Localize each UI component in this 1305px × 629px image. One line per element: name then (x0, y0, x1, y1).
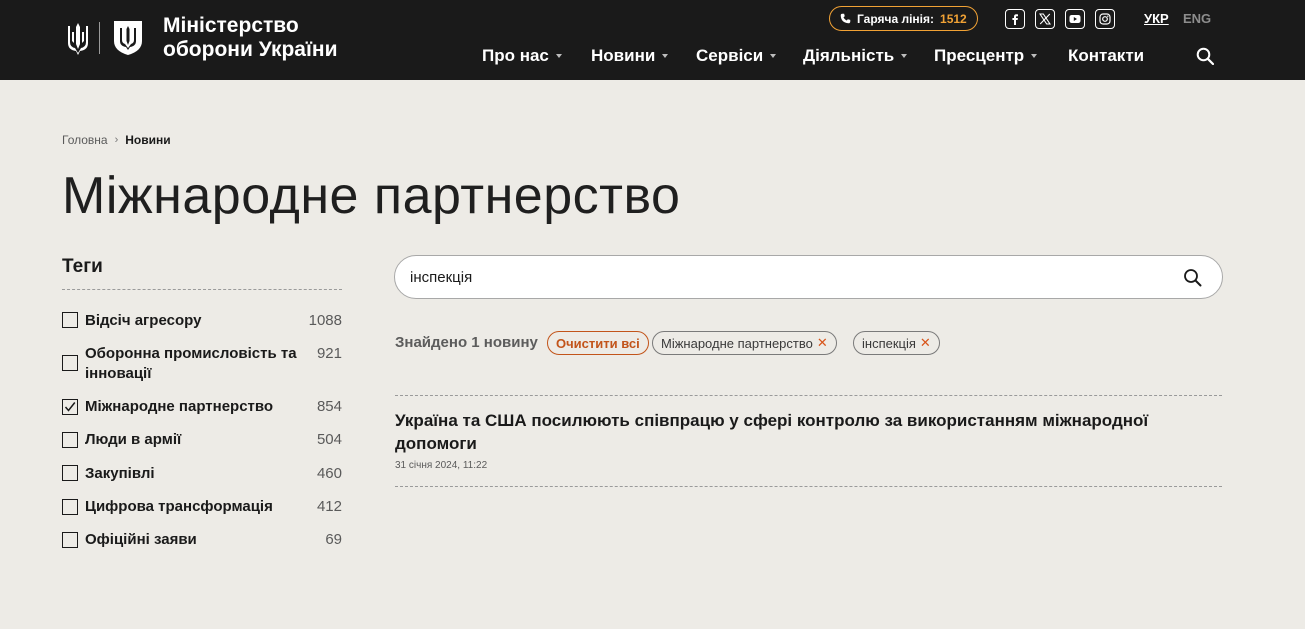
lang-ukr-link[interactable]: УКР (1144, 11, 1169, 26)
hotline-label: Гаряча лінія: (857, 11, 935, 26)
phone-icon (840, 13, 851, 24)
youtube-icon[interactable] (1065, 9, 1085, 29)
tag-checkbox[interactable] (62, 532, 78, 548)
hotline-number: 1512 (940, 11, 967, 26)
tags-divider (62, 289, 342, 290)
news-search-box (394, 255, 1223, 299)
chevron-down-icon (901, 54, 908, 58)
chevron-down-icon (1031, 54, 1038, 58)
chevron-right-icon: › (114, 134, 119, 146)
page-title: Міжнародне партнерство (62, 167, 681, 225)
result-divider (395, 486, 1222, 487)
tag-label: Люди в армії (85, 431, 182, 448)
tag-checkbox-checked[interactable] (62, 399, 78, 415)
trident-emblem-icon[interactable] (66, 22, 90, 56)
tag-checkbox[interactable] (62, 432, 78, 448)
breadcrumb-home[interactable]: Головна (62, 133, 108, 147)
tag-count: 460 (316, 465, 342, 482)
nav-item-contacts[interactable]: Контакти (1068, 46, 1144, 66)
tag-checkbox[interactable] (62, 465, 78, 481)
tag-checkbox[interactable] (62, 312, 78, 328)
facebook-icon[interactable] (1005, 9, 1025, 29)
nav-item-about[interactable]: Про нас (482, 46, 562, 66)
news-search-input[interactable] (410, 256, 1170, 298)
search-icon[interactable] (1183, 268, 1202, 287)
news-result-title[interactable]: Україна та США посилюють співпрацю у сфе… (395, 409, 1195, 455)
tag-label: Оборонна промисловість та інновації (85, 345, 297, 382)
clear-all-button[interactable]: Очистити всі (547, 331, 649, 355)
nav-item-news[interactable]: Новини (591, 46, 669, 66)
tag-label: Відсіч агресору (85, 312, 202, 329)
instagram-icon[interactable] (1095, 9, 1115, 29)
tag-checkbox[interactable] (62, 355, 78, 371)
filter-chip-label: Міжнародне партнерство (661, 335, 813, 351)
nav-item-activity[interactable]: Діяльність (803, 46, 908, 66)
tags-title: Теги (62, 256, 103, 277)
site-logo-text[interactable]: Міністерство оборони України (163, 14, 383, 62)
tag-count: 921 (316, 345, 342, 362)
nav-item-press[interactable]: Пресцентр (934, 46, 1038, 66)
breadcrumb-current: Новини (125, 133, 171, 147)
close-icon[interactable]: ✕ (817, 335, 828, 351)
chevron-down-icon (770, 54, 777, 58)
shield-emblem-icon[interactable] (112, 19, 144, 56)
tag-label: Закупівлі (85, 465, 155, 482)
filter-chip[interactable]: інспекція ✕ (853, 331, 940, 355)
search-icon[interactable] (1196, 47, 1214, 65)
logo-divider (99, 22, 100, 54)
filter-chip-label: інспекція (862, 335, 916, 351)
tag-count: 854 (316, 398, 342, 415)
tag-count: 69 (325, 531, 342, 548)
site-header: Міністерство оборони України Гаряча ліні… (0, 0, 1305, 80)
chevron-down-icon (662, 54, 669, 58)
news-result-date: 31 січня 2024, 11:22 (395, 460, 488, 471)
tag-label: Міжнародне партнерство (85, 398, 274, 415)
breadcrumb: Головна › Новини (62, 133, 171, 147)
hotline-badge[interactable]: Гаряча лінія: 1512 (829, 6, 978, 31)
tag-count: 412 (316, 498, 342, 515)
results-count: Знайдено 1 новину (395, 334, 538, 351)
filter-chip[interactable]: Міжнародне партнерство ✕ (652, 331, 837, 355)
checkmark-icon (64, 402, 76, 412)
lang-eng-link[interactable]: ENG (1183, 11, 1211, 26)
tag-label: Офіційні заяви (85, 531, 197, 548)
result-divider (395, 395, 1222, 396)
close-icon[interactable]: ✕ (920, 335, 931, 351)
tag-count: 504 (316, 431, 342, 448)
tag-label: Цифрова трансформація (85, 498, 273, 515)
x-twitter-icon[interactable] (1035, 9, 1055, 29)
tag-checkbox[interactable] (62, 499, 78, 515)
chevron-down-icon (555, 54, 562, 58)
tag-count: 1088 (308, 312, 342, 329)
nav-item-services[interactable]: Сервіси (696, 46, 777, 66)
